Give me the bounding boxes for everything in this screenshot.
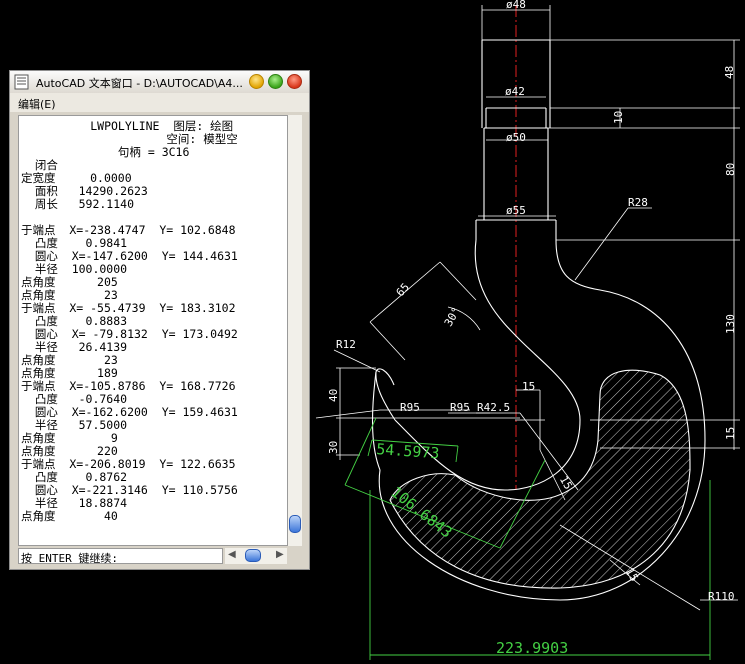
- scroll-right-icon[interactable]: ▶: [276, 549, 284, 560]
- angle-30-label: 30°: [442, 305, 463, 329]
- title-bar[interactable]: AutoCAD 文本窗口 - D:\AUTOCAD\A4...: [10, 71, 309, 93]
- r42-5-label: R42.5: [477, 401, 510, 414]
- dim-10-label: 10: [612, 111, 625, 124]
- close-button[interactable]: [287, 74, 302, 89]
- dia-55-label: ø55: [506, 204, 526, 217]
- minimize-button[interactable]: [249, 74, 264, 89]
- dim-48-label: 48: [723, 66, 736, 79]
- command-prompt: 按 ENTER 键继续:: [21, 552, 118, 565]
- vertical-scrollbar[interactable]: [288, 115, 302, 546]
- r12-label: R12: [336, 338, 356, 351]
- text-window[interactable]: AutoCAD 文本窗口 - D:\AUTOCAD\A4... 编辑(E) LW…: [9, 70, 310, 570]
- text-output-area[interactable]: LWPOLYLINE 图层: 绘图 空间: 模型空 句柄 = 3C16 闭合 定宽…: [18, 115, 288, 546]
- vertical-scroll-thumb[interactable]: [289, 515, 301, 533]
- r95-a-label: R95: [400, 401, 420, 414]
- text-line: 周长 592.1140: [21, 197, 135, 211]
- command-line[interactable]: 按 ENTER 键继续:: [18, 548, 223, 565]
- dim-30-label: 30: [327, 441, 340, 454]
- menu-edit[interactable]: 编辑(E): [18, 96, 56, 112]
- scroll-left-icon[interactable]: ◀: [228, 549, 236, 560]
- green-54-label: 54.5973: [376, 440, 440, 462]
- text-window-icon: [14, 74, 29, 90]
- dim-40-label: 40: [327, 389, 340, 402]
- r95-b-label: R95: [450, 401, 470, 414]
- dia-50-label: ø50: [506, 131, 526, 144]
- green-224-label: 223.9903: [496, 639, 568, 657]
- maximize-button[interactable]: [268, 74, 283, 89]
- r28-label: R28: [628, 196, 648, 209]
- dim-65-label: 65: [394, 281, 413, 300]
- horizontal-scrollbar[interactable]: ◀ ▶: [225, 548, 287, 564]
- menu-bar: 编辑(E): [10, 93, 309, 112]
- text-line: 点角度 40: [21, 509, 118, 523]
- dia-48-label: ø48: [506, 0, 526, 11]
- dim-130-label: 130: [724, 314, 737, 334]
- r110-label: R110: [708, 590, 735, 603]
- window-title: AutoCAD 文本窗口 - D:\AUTOCAD\A4...: [36, 77, 243, 90]
- horizontal-scroll-thumb[interactable]: [245, 549, 261, 562]
- dim-15-center-label: 15: [522, 380, 535, 393]
- dia-42-label: ø42: [505, 85, 525, 98]
- dim-80-label: 80: [724, 163, 737, 176]
- dim-15-right-label: 15: [724, 427, 737, 440]
